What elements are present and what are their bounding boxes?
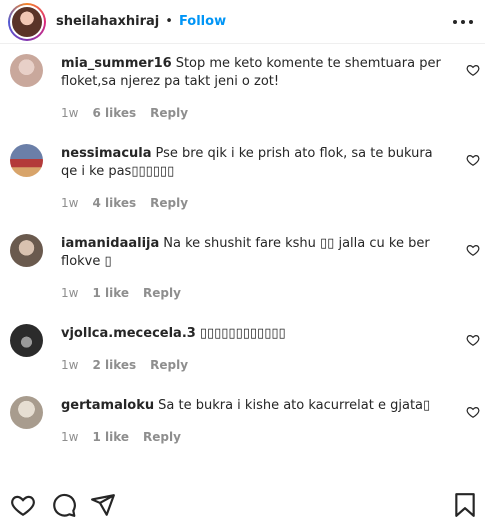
comment-time[interactable]: 1w: [61, 430, 78, 444]
commenter-username[interactable]: mia_summer16: [61, 56, 172, 71]
comment-meta: 1w 1 like Reply: [61, 286, 181, 300]
comment-item: mia_summer16 Stop me keto komente te shem…: [0, 44, 485, 134]
comment-item: gertamaloku Sa te bukra i kishe ato kacur…: [0, 386, 485, 458]
comment-icon[interactable]: [51, 492, 77, 518]
commenter-username[interactable]: vjollca.mececela.3: [61, 326, 196, 341]
bookmark-icon[interactable]: [452, 492, 478, 518]
comment-likes[interactable]: 1 like: [92, 430, 129, 444]
comment-meta: 1w 2 likes Reply: [61, 358, 188, 372]
comment-likes[interactable]: 6 likes: [92, 106, 136, 120]
profile-username[interactable]: sheilahaxhiraj: [56, 14, 159, 29]
comment-meta: 1w 1 like Reply: [61, 430, 181, 444]
comment-text: Sa te bukra i kishe ato kacurrelat e gja…: [158, 398, 431, 413]
comment-heart-icon[interactable]: [466, 243, 480, 257]
commenter-avatar[interactable]: [10, 54, 43, 87]
post-actions-bar: [0, 476, 485, 518]
comment-time[interactable]: 1w: [61, 358, 78, 372]
commenter-avatar[interactable]: [10, 396, 43, 429]
post-header: sheilahaxhiraj • Follow: [0, 0, 485, 44]
comment-body: gertamaloku Sa te bukra i kishe ato kacur…: [61, 397, 446, 415]
comment-meta: 1w 4 likes Reply: [61, 196, 188, 210]
comments-list[interactable]: mia_summer16 Stop me keto komente te shem…: [0, 44, 485, 464]
comment-time[interactable]: 1w: [61, 196, 78, 210]
reply-button[interactable]: Reply: [143, 430, 181, 444]
comment-item: vjollca.mececela.3 ▯▯▯▯▯▯▯▯▯▯▯▯ 1w 2 like…: [0, 314, 485, 386]
comment-likes[interactable]: 2 likes: [92, 358, 136, 372]
separator-dot: •: [165, 14, 173, 29]
commenter-username[interactable]: nessimacula: [61, 146, 152, 161]
comment-likes[interactable]: 4 likes: [92, 196, 136, 210]
reply-button[interactable]: Reply: [150, 358, 188, 372]
comment-item: nessimacula Pse bre qik i ke prish ato fl…: [0, 134, 485, 224]
comment-heart-icon[interactable]: [466, 405, 480, 419]
comment-body: nessimacula Pse bre qik i ke prish ato fl…: [61, 145, 446, 181]
profile-photo: [10, 4, 44, 39]
comment-heart-icon[interactable]: [466, 63, 480, 77]
reply-button[interactable]: Reply: [143, 286, 181, 300]
commenter-avatar[interactable]: [10, 234, 43, 267]
commenter-avatar[interactable]: [10, 144, 43, 177]
commenter-username[interactable]: gertamaloku: [61, 398, 154, 413]
comment-body: vjollca.mececela.3 ▯▯▯▯▯▯▯▯▯▯▯▯: [61, 325, 446, 343]
comment-body: mia_summer16 Stop me keto komente te shem…: [61, 55, 446, 91]
comment-time[interactable]: 1w: [61, 286, 78, 300]
comment-item: iamanidaalija Na ke shushit fare kshu ▯▯ …: [0, 224, 485, 314]
reply-button[interactable]: Reply: [150, 106, 188, 120]
more-options-icon[interactable]: [453, 12, 473, 32]
comment-heart-icon[interactable]: [466, 333, 480, 347]
comment-heart-icon[interactable]: [466, 153, 480, 167]
comment-body: iamanidaalija Na ke shushit fare kshu ▯▯ …: [61, 235, 446, 271]
commenter-username[interactable]: iamanidaalija: [61, 236, 159, 251]
follow-button[interactable]: Follow: [179, 14, 226, 29]
share-icon[interactable]: [90, 492, 116, 518]
comment-meta: 1w 6 likes Reply: [61, 106, 188, 120]
comment-time[interactable]: 1w: [61, 106, 78, 120]
profile-avatar[interactable]: [8, 2, 46, 41]
comment-likes[interactable]: 1 like: [92, 286, 129, 300]
reply-button[interactable]: Reply: [150, 196, 188, 210]
comment-text: ▯▯▯▯▯▯▯▯▯▯▯▯: [199, 326, 286, 341]
heart-icon[interactable]: [10, 492, 36, 518]
commenter-avatar[interactable]: [10, 324, 43, 357]
